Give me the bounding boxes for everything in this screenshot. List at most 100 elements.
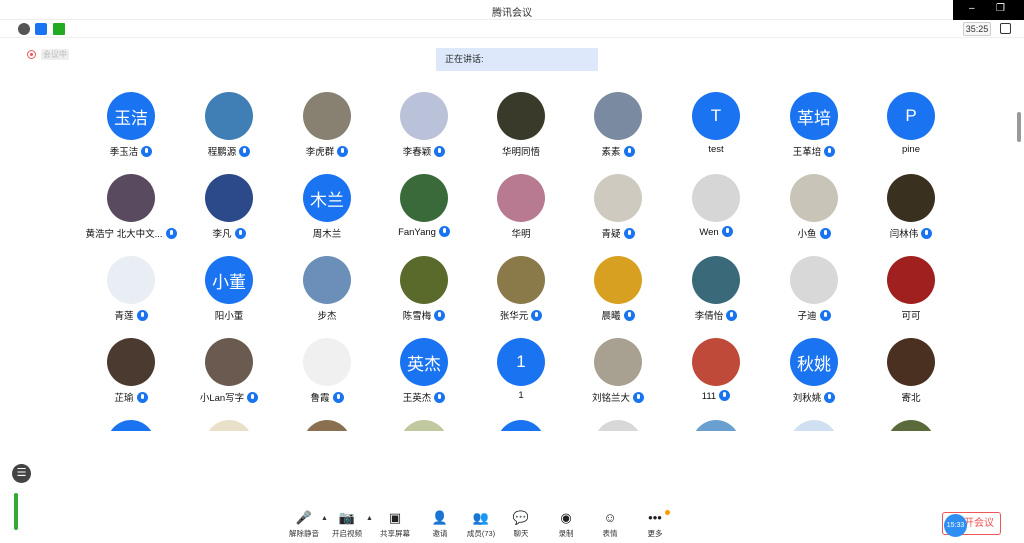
participant-tile[interactable]: 李春颖 [374,88,474,158]
video-button[interactable]: 📷 开启视频 [322,505,372,543]
participant-tile[interactable]: 芷瑜 [81,334,181,404]
chat-button[interactable]: 💬 聊天 [496,505,546,543]
participant-tile[interactable]: 晨曦 [568,252,668,322]
participant-tile[interactable]: 李凡 [179,170,279,240]
signal-icon[interactable] [53,23,65,35]
participant-tile[interactable]: 青莲 [81,252,181,322]
participant-name: 华明 [471,226,571,240]
mic-icon [434,310,446,321]
participant-tile[interactable] [277,416,377,431]
participant-tile[interactable] [471,416,571,431]
participant-tile[interactable] [81,416,181,431]
shield-icon[interactable] [35,23,47,35]
mic-icon [136,392,148,403]
share-screen-icon: ▣ [388,510,402,525]
fullscreen-icon[interactable] [1000,23,1011,34]
participant-tile[interactable]: 刘铭兰大 [568,334,668,404]
participant-tile[interactable]: 步杰 [277,252,377,322]
participant-tile[interactable]: 英杰 王英杰 [374,334,474,404]
participant-name: 周木兰 [277,226,377,240]
participant-tile[interactable]: 小董 阳小董 [179,252,279,322]
share-label: 共享屏幕 [380,529,410,538]
participant-tile[interactable]: 素素 [568,88,668,158]
participant-tile[interactable] [568,416,668,431]
participant-name-text: 青疑 [601,229,621,240]
participant-tile[interactable] [764,416,864,431]
avatar [594,420,642,431]
participant-tile[interactable]: 青疑 [568,170,668,240]
mic-icon [721,226,733,237]
meeting-timer: 35:25 [963,22,991,36]
mic-icon [921,228,933,239]
title-bar: 腾讯会议 – ❐ [0,0,1024,20]
participant-name-text: 寄北 [901,393,921,404]
participant-tile[interactable]: 秋姚 刘秋姚 [764,334,864,404]
participant-tile[interactable]: 玉洁 季玉洁 [81,88,181,158]
participant-tile[interactable]: 张华元 [471,252,571,322]
participant-name: 李倩怡 [666,308,766,322]
participant-tile[interactable]: 陈雪梅 [374,252,474,322]
mic-icon [434,146,446,157]
avatar: 1 [497,338,545,386]
avatar [790,174,838,222]
participant-tile[interactable]: 111 [666,334,766,404]
participant-tile[interactable]: 华明 [471,170,571,240]
list-toggle-button[interactable]: ☰ [12,464,31,483]
participant-tile[interactable]: 黄浩宁 北大中文... [81,170,181,240]
participant-tile[interactable]: 闫林伟 [861,170,961,240]
participant-tile[interactable] [374,416,474,431]
window-controls: – ❐ [953,0,1024,20]
participant-tile[interactable]: 11 [471,334,571,404]
participant-name: 程鹏源 [179,144,279,158]
participant-name: 李春颖 [374,144,474,158]
participant-tile[interactable]: 木兰 周木兰 [277,170,377,240]
participant-name-text: 李倩怡 [694,311,724,322]
grid-scrollbar[interactable] [1017,112,1021,142]
avatar [497,420,545,431]
avatar: 木兰 [303,174,351,222]
participant-tile[interactable] [666,416,766,431]
participant-tile[interactable]: 李倩怡 [666,252,766,322]
participant-name: 111 [666,390,766,402]
info-icon[interactable] [18,23,30,35]
reaction-button[interactable]: ☺ 表情 [585,505,635,543]
more-icon: ••• [648,510,662,525]
participant-tile[interactable]: 寄北 [861,334,961,404]
minimize-button[interactable]: – [969,3,975,14]
participant-tile[interactable]: 小Lan写字 [179,334,279,404]
avatar [594,174,642,222]
participant-tile[interactable]: Ttest [666,88,766,158]
participant-tile[interactable]: Ppine [861,88,961,158]
participant-tile[interactable]: 小鱼 [764,170,864,240]
participant-tile[interactable]: 鲁霞 [277,334,377,404]
participant-tile[interactable]: 华明同悟 [471,88,571,158]
participant-name: 闫林伟 [861,226,961,240]
record-button[interactable]: ◉ 录制 [541,505,591,543]
avatar [887,338,935,386]
share-screen-button[interactable]: ▣ 共享屏幕 [370,505,420,543]
participant-tile[interactable]: 子迪 [764,252,864,322]
avatar [692,256,740,304]
participant-name: 李凡 [179,226,279,240]
mic-icon [824,146,836,157]
participant-name: 黄浩宁 北大中文... [81,226,181,240]
participant-name: 陈雪梅 [374,308,474,322]
participant-tile[interactable]: 李虎群 [277,88,377,158]
avatar [594,92,642,140]
participant-tile[interactable]: 革培 王革培 [764,88,864,158]
participant-tile[interactable]: 程鹏源 [179,88,279,158]
participant-name-text: 闫林伟 [889,229,919,240]
more-button[interactable]: ••• 更多 [630,505,680,543]
mic-icon [136,310,148,321]
participant-name: 小鱼 [764,226,864,240]
participant-name: 步杰 [277,308,377,322]
participant-tile[interactable] [179,416,279,431]
participant-name: Wen [666,226,766,238]
avatar [594,338,642,386]
avatar [303,256,351,304]
participant-tile[interactable]: 可可 [861,252,961,322]
participant-tile[interactable] [861,416,961,431]
restore-button[interactable]: ❐ [996,3,1005,14]
participant-tile[interactable]: FanYang [374,170,474,240]
participant-tile[interactable]: Wen [666,170,766,240]
